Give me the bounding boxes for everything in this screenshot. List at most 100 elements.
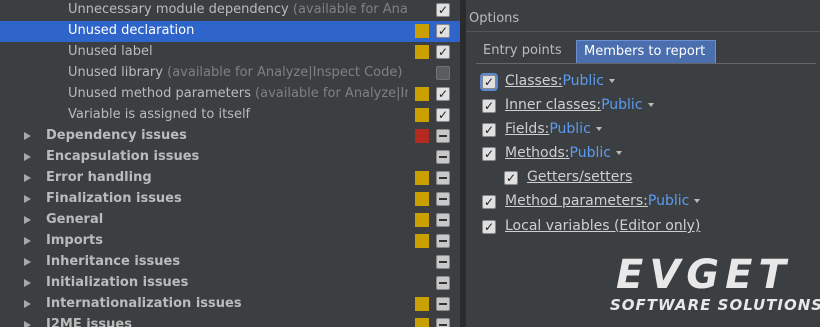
tab-members-to-report[interactable]: Members to report [576,40,716,63]
visibility-dropdown[interactable]: Public [549,121,590,137]
visibility-dropdown[interactable]: Public [570,145,611,161]
option-label: Inner classes: [505,97,602,113]
tree-group-label: Inheritance issues [46,254,181,269]
inspection-tree[interactable]: Unnecessary module dependency (available… [0,0,460,327]
getters-setters-checkbox[interactable]: ✓ [504,171,518,185]
option-label: Method parameters: [505,193,648,209]
enable-checkbox[interactable]: ✓ [436,87,450,101]
tree-item-label: Unused label [68,44,153,59]
tree-group-label: Dependency issues [46,128,187,143]
chevron-down-icon[interactable] [647,103,654,107]
expand-arrow-icon[interactable] [24,132,31,140]
expand-arrow-icon[interactable] [24,216,31,224]
tree-item-label: Unused method parameters [68,86,251,101]
severity-icon [415,318,429,327]
option-label: Classes: [505,73,563,89]
severity-icon [415,87,429,101]
enable-checkbox[interactable]: ✓ [436,3,450,17]
enable-checkbox[interactable] [436,318,450,327]
tree-item-hint: (available for Analyze|Inspect Code) [167,65,403,80]
options-title: Options [469,11,520,26]
options-divider [466,31,820,32]
tree-item-label: Variable is assigned to itself [68,107,251,122]
tree-item-unused-declaration[interactable]: Unused declaration ✓ [0,21,460,42]
tree-group-label: Error handling [46,170,152,185]
tab-entry-points[interactable]: Entry points [476,40,576,63]
enable-checkbox[interactable] [436,66,450,80]
enable-checkbox[interactable] [436,276,450,290]
expand-arrow-icon[interactable] [24,279,31,287]
tree-group-label: Initialization issues [46,275,189,290]
method-parameters-checkbox[interactable]: ✓ [482,195,496,209]
tree-item-label: Unnecessary module dependency [68,2,289,17]
watermark-tagline: SOFTWARE SOLUTIONS [610,296,820,314]
chevron-down-icon[interactable] [694,199,701,203]
tree-item-unused-label[interactable]: Unused label ✓ [0,42,460,63]
tree-group-label: Internationalization issues [46,296,242,311]
option-label: Methods: [505,145,570,161]
tree-group-finalization-issues[interactable]: Finalization issues [0,189,460,210]
severity-icon [415,45,429,59]
tree-group-imports[interactable]: Imports [0,231,460,252]
methods-checkbox[interactable]: ✓ [482,147,496,161]
severity-icon [415,213,429,227]
tree-group-internationalization-issues[interactable]: Internationalization issues [0,294,460,315]
enable-checkbox[interactable]: ✓ [436,24,450,38]
expand-arrow-icon[interactable] [24,237,31,245]
severity-icon [415,171,429,185]
local-variables-checkbox[interactable]: ✓ [482,220,496,234]
tree-item-unused-method-parameters[interactable]: Unused method parameters (available for … [0,84,460,105]
severity-icon [415,297,429,311]
option-label: Fields: [505,121,550,137]
expand-arrow-icon[interactable] [24,153,31,161]
option-label: Local variables (Editor only) [505,218,701,234]
chevron-down-icon[interactable] [608,79,615,83]
chevron-down-icon[interactable] [615,151,622,155]
enable-checkbox[interactable] [436,297,450,311]
enable-checkbox[interactable]: ✓ [436,108,450,122]
visibility-dropdown[interactable]: Public [562,73,603,89]
tree-group-inheritance-issues[interactable]: Inheritance issues [0,252,460,273]
enable-checkbox[interactable] [436,129,450,143]
enable-checkbox[interactable] [436,213,450,227]
tree-item-label: Unused library [68,65,163,80]
enable-checkbox[interactable] [436,150,450,164]
enable-checkbox[interactable]: ✓ [436,45,450,59]
severity-icon [415,234,429,248]
enable-checkbox[interactable] [436,192,450,206]
expand-arrow-icon[interactable] [24,300,31,308]
watermark-brand: EVGET [616,252,792,298]
expand-arrow-icon[interactable] [24,195,31,203]
watermark-logo: EVGET SOFTWARE SOLUTIONS [604,252,820,322]
expand-arrow-icon[interactable] [24,321,31,327]
visibility-dropdown[interactable]: Public [601,97,642,113]
severity-icon [415,108,429,122]
tree-item-unused-library[interactable]: Unused library (available for Analyze|In… [0,63,460,84]
enable-checkbox[interactable] [436,234,450,248]
tree-group-error-handling[interactable]: Error handling [0,168,460,189]
visibility-dropdown[interactable]: Public [648,193,689,209]
tree-item-unnecessary-module-dependency[interactable]: Unnecessary module dependency (available… [0,0,460,21]
tree-group-general[interactable]: General [0,210,460,231]
tree-group-label: Imports [46,233,103,248]
expand-arrow-icon[interactable] [24,258,31,266]
tree-group-j2me-issues[interactable]: J2ME issues [0,315,460,327]
tree-item-hint: (available for Analyze|Inspect Code) [255,86,408,101]
classes-checkbox[interactable]: ✓ [482,75,496,89]
tree-group-label: General [46,212,104,227]
tree-group-encapsulation-issues[interactable]: Encapsulation issues [0,147,460,168]
tree-item-variable-assigned-to-itself[interactable]: Variable is assigned to itself ✓ [0,105,460,126]
severity-icon [415,129,429,143]
tree-item-label: Unused declaration [68,23,195,38]
option-label: Getters/setters [527,169,633,185]
fields-checkbox[interactable]: ✓ [482,123,496,137]
tree-group-label: Finalization issues [46,191,182,206]
expand-arrow-icon[interactable] [24,174,31,182]
inner-classes-checkbox[interactable]: ✓ [482,99,496,113]
enable-checkbox[interactable] [436,171,450,185]
tree-group-initialization-issues[interactable]: Initialization issues [0,273,460,294]
tree-item-hint: (available for Analyze|Inspect Code) [292,2,408,17]
tree-group-dependency-issues[interactable]: Dependency issues [0,126,460,147]
chevron-down-icon[interactable] [595,127,602,131]
enable-checkbox[interactable] [436,255,450,269]
